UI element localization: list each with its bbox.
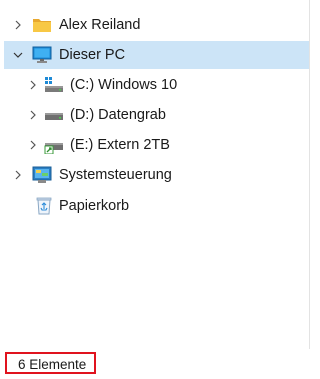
item-count-label: 6 Elemente [5, 352, 96, 374]
tree-item-drive-d[interactable]: (D:) Datengrab [4, 101, 309, 129]
navigation-pane: Alex Reiland Dieser PC (C:) Windows 10 (… [0, 0, 309, 379]
tree-item-label: (E:) Extern 2TB [70, 137, 170, 153]
pane-divider [309, 0, 310, 379]
folder-icon [32, 15, 52, 35]
tree-item-label: Dieser PC [59, 47, 126, 63]
tree-item-label: Papierkorb [59, 198, 130, 214]
tree-item-label: Systemsteuerung [59, 167, 172, 183]
tree-item-alex-reiland[interactable]: Alex Reiland [4, 11, 309, 39]
drive-icon [44, 105, 64, 125]
control-panel-icon [32, 165, 52, 185]
status-bar: 6 Elemente [0, 349, 314, 379]
tree-item-label: (D:) Datengrab [70, 107, 166, 123]
chevron-right-icon[interactable] [10, 11, 26, 39]
chevron-right-icon[interactable] [25, 101, 41, 129]
chevron-right-icon[interactable] [10, 161, 26, 189]
computer-icon [32, 45, 52, 65]
tree-item-drive-c[interactable]: (C:) Windows 10 [4, 71, 309, 99]
recycle-bin-icon [34, 196, 54, 216]
tree-item-dieser-pc[interactable]: Dieser PC [4, 41, 309, 69]
tree-item-systemsteuerung[interactable]: Systemsteuerung [4, 161, 309, 189]
tree-item-drive-e[interactable]: (E:) Extern 2TB [4, 131, 309, 159]
tree-item-label: (C:) Windows 10 [70, 77, 178, 93]
chevron-right-icon[interactable] [25, 131, 41, 159]
tree-item-papierkorb[interactable]: Papierkorb [4, 192, 309, 220]
tree-item-label: Alex Reiland [59, 17, 141, 33]
windows-drive-icon [44, 75, 64, 95]
chevron-down-icon[interactable] [10, 41, 26, 69]
external-drive-icon [44, 135, 64, 155]
chevron-right-icon[interactable] [25, 71, 41, 99]
